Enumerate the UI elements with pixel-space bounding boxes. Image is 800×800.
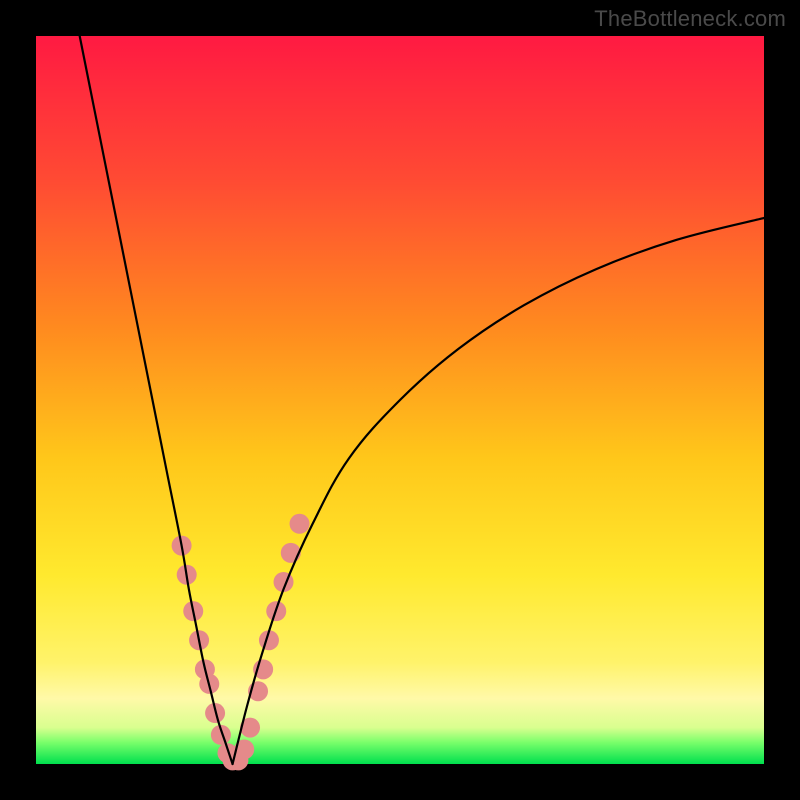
curve-left — [80, 36, 233, 764]
curve-right — [233, 218, 764, 764]
scatter-point — [290, 514, 310, 534]
chart-frame: TheBottleneck.com — [0, 0, 800, 800]
watermark-text: TheBottleneck.com — [594, 6, 786, 32]
curve-svg — [36, 36, 764, 764]
plot-area — [36, 36, 764, 764]
